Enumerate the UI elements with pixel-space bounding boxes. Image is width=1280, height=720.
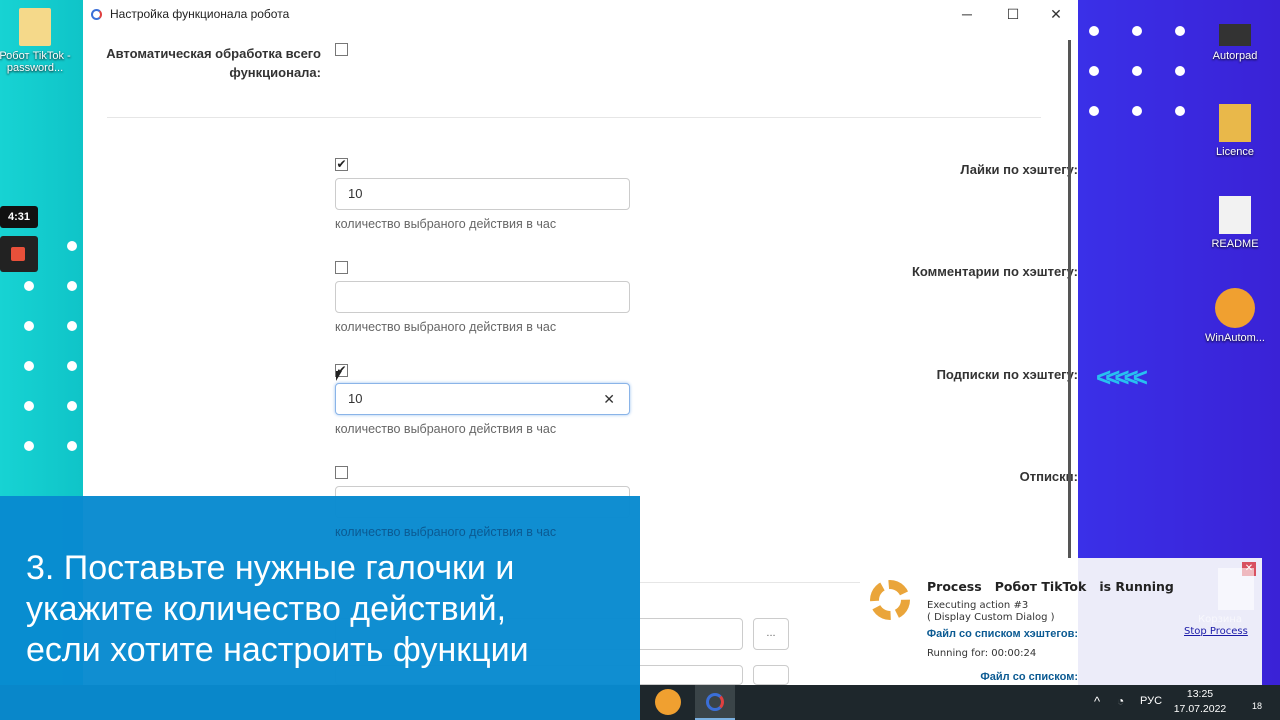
- popup-running-time: Running for: 00:00:24: [927, 648, 1037, 659]
- mouse-cursor-icon: [336, 371, 342, 381]
- desktop-icon-autorpad[interactable]: Autorpad: [1195, 18, 1275, 62]
- clear-input-icon[interactable]: ✕: [603, 384, 615, 414]
- comments-label: Комментарии по хэштегу:: [911, 264, 1078, 279]
- taskbar-winautomation-icon[interactable]: [655, 689, 681, 715]
- language-indicator[interactable]: РУС: [1140, 695, 1162, 707]
- follows-input[interactable]: 10 ✕: [335, 383, 630, 415]
- title-bar: Настройка функционала робота: [83, 0, 1078, 28]
- minimize-button[interactable]: ─: [945, 0, 989, 28]
- follows-label: Подписки по хэштегу:: [936, 367, 1078, 382]
- follows-hint: количество выбраного действия в час: [335, 422, 557, 436]
- taskbar-robot-app[interactable]: [695, 685, 735, 720]
- caption-line: 3. Поставьте нужные галочки и: [26, 549, 515, 587]
- close-button[interactable]: ✕: [1034, 0, 1078, 28]
- stop-recording-button[interactable]: [0, 236, 38, 272]
- caption-line: если хотите настроить функции: [26, 631, 529, 669]
- auto-processing-checkbox[interactable]: [335, 43, 348, 56]
- show-hidden-icons[interactable]: ^: [1094, 694, 1100, 709]
- desktop-icon-licence[interactable]: Licence: [1195, 104, 1275, 158]
- desktop-icon-winautomation[interactable]: WinAutom...: [1195, 288, 1275, 344]
- notifications-button[interactable]: 18: [1240, 692, 1262, 712]
- likes-input[interactable]: 10: [335, 178, 630, 210]
- caption-line: укажите количество действий,: [26, 590, 507, 628]
- popup-title: Process Робот TikTok is Running: [927, 579, 1174, 594]
- app-icon: [91, 8, 102, 20]
- desktop-icon-robot-password[interactable]: Робот TikTok - password...: [0, 8, 75, 74]
- likes-label: Лайки по хэштегу:: [960, 162, 1078, 177]
- file-hashtags-label: Файл со списком хэштегов:: [926, 628, 1078, 640]
- desktop-icon-readme[interactable]: README: [1195, 196, 1275, 250]
- comments-hint: количество выбраного действия в час: [335, 320, 557, 334]
- unfollows-checkbox[interactable]: [335, 466, 348, 479]
- likes-hint: количество выбраного действия в час: [335, 217, 557, 231]
- folder-icon: [19, 8, 51, 46]
- divider: [107, 117, 1041, 118]
- likes-checkbox[interactable]: ✔: [335, 158, 348, 171]
- file-list-label: Файл со списком:: [980, 671, 1078, 683]
- winautomation-process-icon: [870, 580, 910, 620]
- browse-hashtags-button[interactable]: ...: [753, 618, 789, 650]
- notifications-count: 18: [1251, 701, 1262, 711]
- stop-process-link[interactable]: Stop Process: [1184, 626, 1248, 637]
- winautomation-icon: [1215, 288, 1255, 328]
- unfollows-label: Отписки:: [1019, 469, 1078, 484]
- unfollows-hint: количество выбраного действия в час: [335, 525, 557, 539]
- recycle-bin-label: Корзина: [1198, 614, 1243, 625]
- network-icon[interactable]: ◔: [1117, 694, 1124, 708]
- document-icon: [1219, 196, 1251, 234]
- arrows-decoration: <<<<<: [1096, 362, 1148, 392]
- comments-checkbox[interactable]: [335, 261, 348, 274]
- recycle-bin-icon: [1218, 568, 1254, 610]
- comments-input[interactable]: [335, 281, 630, 313]
- auto-processing-label-wrap: Автоматическая обработка всего функциона…: [83, 44, 321, 82]
- chip-icon: [1219, 24, 1251, 46]
- popup-action: Executing action #3: [927, 600, 1029, 611]
- window-title: Настройка функционала робота: [110, 7, 290, 21]
- robot-app-icon: [706, 693, 724, 711]
- popup-action-detail: ( Display Custom Dialog ): [927, 612, 1055, 623]
- auto-processing-label: Автоматическая обработка всего функциона…: [106, 46, 321, 80]
- folder-icon: [1219, 104, 1251, 142]
- browse-list-button[interactable]: [753, 665, 789, 685]
- stop-icon: [11, 247, 25, 261]
- clock[interactable]: 13:25 17.07.2022: [1172, 687, 1228, 717]
- recording-timer: 4:31: [0, 206, 38, 228]
- maximize-button[interactable]: ☐: [991, 0, 1035, 28]
